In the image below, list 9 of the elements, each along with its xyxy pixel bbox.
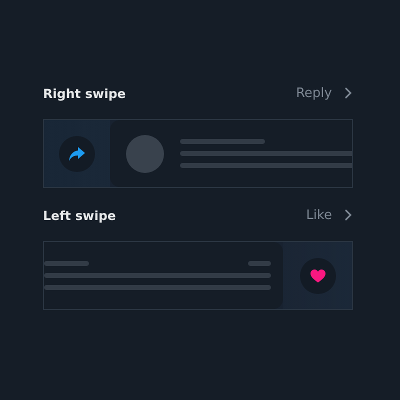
action-setting[interactable]: Reply [296, 86, 352, 100]
avatar-placeholder [126, 134, 164, 172]
chevron-icon [344, 87, 352, 99]
chevron-icon [344, 209, 352, 221]
action-setting[interactable]: Like [306, 208, 352, 222]
text-placeholder [248, 261, 271, 266]
section-title: Left swipe [43, 208, 116, 222]
section-title: Right swipe [43, 86, 126, 100]
reply-action-icon [59, 136, 95, 172]
